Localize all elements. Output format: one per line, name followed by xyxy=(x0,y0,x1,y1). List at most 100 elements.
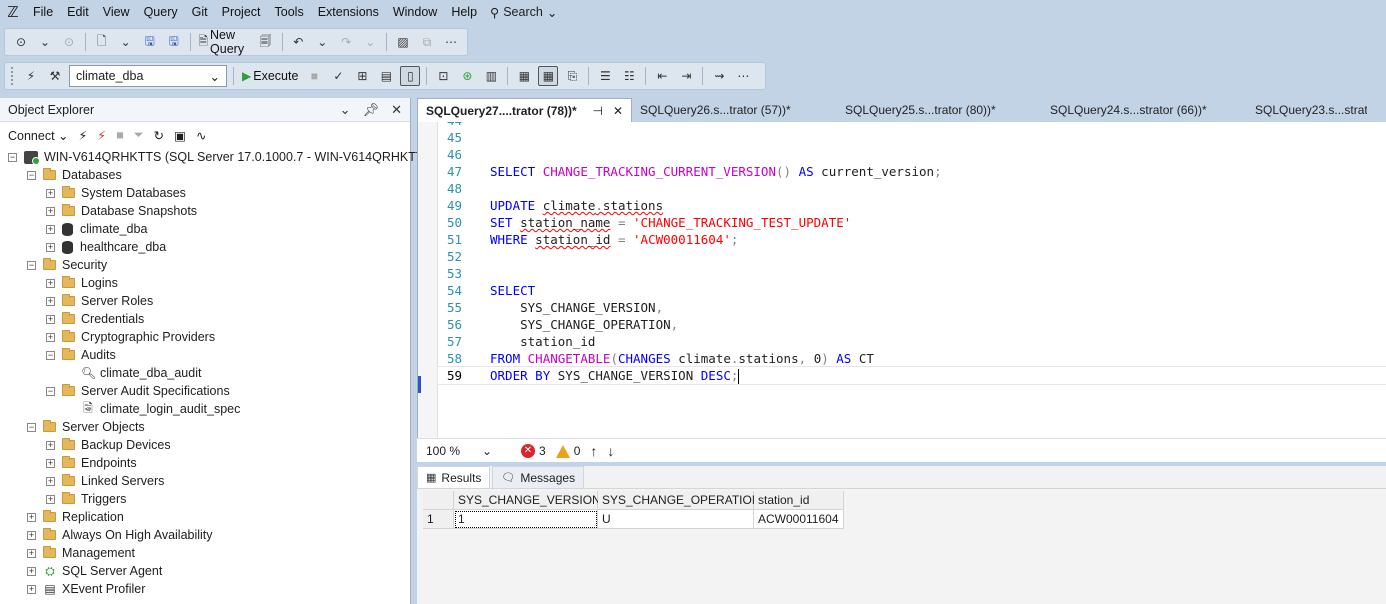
specify-values-icon[interactable]: ⇝ xyxy=(709,66,729,86)
grid-cell[interactable]: 1 xyxy=(454,510,598,529)
change-connection-icon[interactable]: ⚒ xyxy=(45,66,65,86)
tree-node-system-databases[interactable]: + System Databases xyxy=(0,184,410,202)
tab-sqlquery24[interactable]: SQLQuery24.s...strator (66))* xyxy=(1042,98,1247,122)
client-stats-icon[interactable]: ▥ xyxy=(481,66,501,86)
tab-sqlquery25[interactable]: SQLQuery25.s...trator (80))* xyxy=(837,98,1042,122)
expand-icon[interactable]: + xyxy=(46,278,55,288)
code-line[interactable]: 47 SELECT CHANGE_TRACKING_CURRENT_VERSION… xyxy=(438,163,1386,180)
tree-node-database-snapshots[interactable]: + Database Snapshots xyxy=(0,202,410,220)
code-line[interactable]: 58 FROM CHANGETABLE(CHANGES climate.stati… xyxy=(438,350,1386,367)
search-menu[interactable]: ⚲ Search ⌄ xyxy=(484,5,563,20)
table-row[interactable]: 1 1 U ACW00011604 xyxy=(423,510,844,529)
expand-icon[interactable]: + xyxy=(46,314,55,324)
expand-icon[interactable]: + xyxy=(46,440,55,450)
tree-node-security[interactable]: − Security xyxy=(0,256,410,274)
tree-node-audits[interactable]: − Audits xyxy=(0,346,410,364)
results-to-file2-icon[interactable]: ⎘ xyxy=(562,66,582,86)
menu-extensions[interactable]: Extensions xyxy=(311,0,386,24)
collapse-icon[interactable]: − xyxy=(8,152,17,162)
grid-cell[interactable]: U xyxy=(598,510,754,529)
tree-node-management[interactable]: + Management xyxy=(0,544,410,562)
new-query-button[interactable]: 🗎 New Query xyxy=(196,28,251,56)
expand-icon[interactable]: + xyxy=(46,494,55,504)
tree-node-healthcare-dba[interactable]: + healthcare_dba xyxy=(0,238,410,256)
tab-sqlquery26[interactable]: SQLQuery26.s...trator (57))* xyxy=(632,98,837,122)
expand-icon[interactable]: + xyxy=(46,296,55,306)
more-icon[interactable]: ⋯ xyxy=(441,32,461,52)
expand-icon[interactable]: + xyxy=(46,188,55,198)
connect-icon[interactable]: ⚡ xyxy=(21,66,41,86)
tab-sqlquery23[interactable]: SQLQuery23.s...strator (7 xyxy=(1247,98,1367,122)
collapse-icon[interactable]: − xyxy=(46,350,55,360)
tab-messages[interactable]: 🗨 Messages xyxy=(492,466,585,488)
code-line[interactable]: 54 SELECT xyxy=(438,282,1386,299)
redo-dropdown-icon[interactable]: ⌄ xyxy=(360,32,380,52)
menu-window[interactable]: Window xyxy=(386,0,444,24)
disconnect-icon[interactable]: ⚡ xyxy=(97,128,106,143)
pin-icon[interactable]: ⊣ xyxy=(592,104,602,118)
expand-icon[interactable]: + xyxy=(46,476,55,486)
tree-node-server-objects[interactable]: − Server Objects xyxy=(0,418,410,436)
tree-node-databases[interactable]: − Databases xyxy=(0,166,410,184)
plug-icon[interactable]: ⚡ xyxy=(79,128,88,143)
code-line-current[interactable]: 59 ORDER BY SYS_CHANGE_VERSION DESC; xyxy=(437,366,1386,385)
redo-icon[interactable]: ↷ xyxy=(336,32,356,52)
code-line[interactable]: 55 SYS_CHANGE_VERSION, xyxy=(438,299,1386,316)
results-to-text-icon[interactable]: ▦ xyxy=(514,66,534,86)
expand-icon[interactable]: + xyxy=(46,458,55,468)
stop-icon[interactable]: ■ xyxy=(116,128,124,142)
expand-icon[interactable]: + xyxy=(46,224,55,234)
column-header[interactable]: SYS_CHANGE_VERSION xyxy=(454,491,601,510)
estimated-plan-icon[interactable]: ⊞ xyxy=(352,66,372,86)
tree-node-server[interactable]: − WIN-V614QRHKTTS (SQL Server 17.0.1000.… xyxy=(0,148,451,166)
collapse-icon[interactable]: − xyxy=(27,170,36,180)
arrow-down-icon[interactable]: ↓ xyxy=(607,443,614,459)
code-line[interactable]: 51 WHERE station_id = 'ACW00011604'; xyxy=(438,231,1386,248)
tree-node-linked-servers[interactable]: + Linked Servers xyxy=(0,472,410,490)
column-header[interactable]: station_id xyxy=(754,491,844,510)
code-line[interactable]: 52 xyxy=(438,248,1386,265)
tree-node-logins[interactable]: + Logins xyxy=(0,274,410,292)
tab-sqlquery27[interactable]: SQLQuery27....trator (78))* ⊣ ✕ xyxy=(417,98,632,122)
error-count[interactable]: ✕ 3 xyxy=(521,443,546,458)
menu-git[interactable]: Git xyxy=(185,0,215,24)
collapse-icon[interactable]: − xyxy=(27,422,36,432)
code-line[interactable]: 48 xyxy=(438,180,1386,197)
back-dropdown-icon[interactable]: ⌄ xyxy=(35,32,55,52)
execute-button[interactable]: ▶ Execute xyxy=(240,66,300,86)
chevron-down-icon[interactable]: ⌄ xyxy=(340,102,351,118)
save-all-icon[interactable]: 🖫 xyxy=(164,32,184,52)
pin-icon[interactable]: 📌︎ xyxy=(363,102,380,118)
expand-icon[interactable]: + xyxy=(27,566,36,576)
copy-icon[interactable]: ⧉ xyxy=(417,32,437,52)
tree-node-backup-devices[interactable]: + Backup Devices xyxy=(0,436,410,454)
tree-node-climate-login-audit-spec[interactable]: 🗟 climate_login_audit_spec xyxy=(0,400,410,418)
code-line[interactable]: 44 xyxy=(438,122,1386,129)
query-designer-icon[interactable]: ▤ xyxy=(376,66,396,86)
zoom-select[interactable]: 100 % ⌄ xyxy=(423,441,495,461)
code-line[interactable]: 50 SET station_name = 'CHANGE_TRACKING_TE… xyxy=(438,214,1386,231)
arrow-up-icon[interactable]: ↑ xyxy=(590,443,597,459)
menu-edit[interactable]: Edit xyxy=(60,0,96,24)
stop-icon[interactable]: ■ xyxy=(304,66,324,86)
grid-cell[interactable]: ACW00011604 xyxy=(754,510,844,529)
menu-file[interactable]: File xyxy=(26,0,60,24)
expand-icon[interactable]: + xyxy=(27,548,36,558)
expand-icon[interactable]: + xyxy=(27,584,36,594)
collapse-icon[interactable]: − xyxy=(27,260,36,270)
editor-lines[interactable]: 44 45 46 47 SELECT CHANGE_TRACKING_CURREN… xyxy=(437,122,1386,385)
tree-node-sql-server-agent[interactable]: + ⛭ SQL Server Agent xyxy=(0,562,410,580)
query-editor[interactable]: 44 45 46 47 SELECT CHANGE_TRACKING_CURREN… xyxy=(417,122,1386,438)
decrease-indent-icon[interactable]: ⇤ xyxy=(652,66,672,86)
forward-icon[interactable]: ⊙ xyxy=(59,32,79,52)
tree-node-xevent-profiler[interactable]: + ▤ XEvent Profiler xyxy=(0,580,410,598)
code-line[interactable]: 57 station_id xyxy=(438,333,1386,350)
tree-node-triggers[interactable]: + Triggers xyxy=(0,490,410,508)
pulse-icon[interactable]: ∿ xyxy=(196,128,206,143)
code-line[interactable]: 45 xyxy=(438,129,1386,146)
open-query-icon[interactable]: 🗐 xyxy=(256,32,276,52)
tree-node-endpoints[interactable]: + Endpoints xyxy=(0,454,410,472)
live-stats-icon[interactable]: ⊛ xyxy=(457,66,477,86)
parse-icon[interactable]: ✓ xyxy=(328,66,348,86)
expand-icon[interactable]: + xyxy=(46,242,55,252)
